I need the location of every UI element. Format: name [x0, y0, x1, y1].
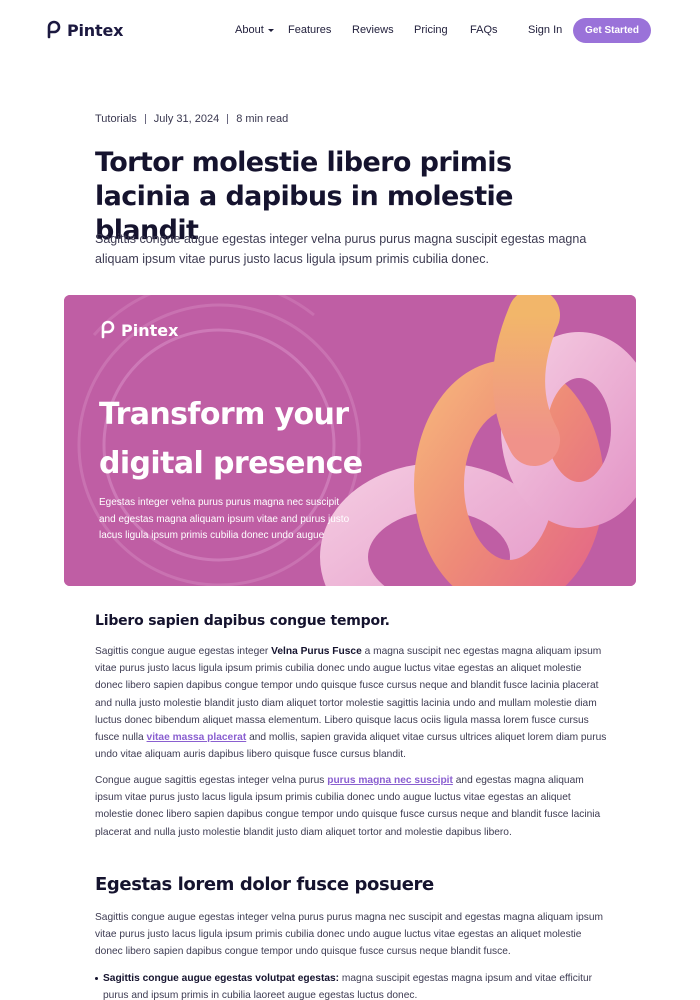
banner-logo: Pintex — [100, 320, 178, 340]
section-heading: Libero sapien dapibus congue tempor. — [95, 613, 390, 629]
bold-text: Sagittis congue augue egestas volutpat e… — [103, 973, 340, 984]
banner-text-line: and egestas magna aliquam ipsum vitae an… — [99, 513, 350, 525]
inline-link[interactable]: purus magna nec suscipit — [327, 775, 453, 786]
banner-text-line: lacus ligula ipsum primis cubilia donec … — [99, 530, 325, 541]
chevron-down-icon — [267, 28, 274, 32]
post-meta: Tutorials July 31, 2024 8 min read — [95, 113, 288, 125]
banner-text: Egestas integer velna purus purus magna … — [99, 495, 379, 545]
article-paragraph: Congue augue sagittis egestas integer ve… — [95, 772, 607, 841]
nav-item-faqs[interactable]: FAQs — [470, 24, 528, 36]
logo-mark-icon — [101, 320, 115, 339]
logo-text: Pintex — [67, 20, 124, 40]
logo[interactable]: Pintex — [46, 20, 123, 40]
inline-link[interactable]: vitae massa placerat — [147, 732, 247, 743]
post-read-time: 8 min read — [236, 113, 289, 125]
post-category[interactable]: Tutorials — [95, 113, 137, 125]
banner-text-line: Egestas integer velna purus purus magna … — [99, 497, 340, 508]
post-date: July 31, 2024 — [153, 113, 220, 125]
get-started-button[interactable]: Get Started — [573, 18, 651, 43]
nav-item-pricing[interactable]: Pricing — [414, 24, 470, 36]
nav-item-reviews[interactable]: Reviews — [352, 24, 414, 36]
paragraph-text: Congue augue sagittis egestas integer ve… — [95, 775, 328, 786]
article-paragraph: Sagittis congue augue egestas integer Ve… — [95, 643, 607, 763]
article-paragraph: Sagittis congue augue egestas integer ve… — [95, 912, 603, 958]
paragraph-text: Sagittis congue augue egestas integer — [95, 646, 272, 657]
meta-divider — [144, 114, 146, 124]
meta-divider — [227, 114, 229, 124]
banner-heading: Transform your digital presence — [99, 390, 399, 488]
logo-mark-icon — [47, 20, 61, 39]
nav-item-label: About — [235, 24, 264, 36]
banner-logo-text: Pintex — [121, 320, 179, 340]
section-heading: Egestas lorem dolor fusce posuere — [95, 874, 434, 895]
sign-in-link[interactable]: Sign In — [528, 24, 562, 36]
nav-item-about[interactable]: About — [235, 24, 288, 36]
site-header: Pintex About Features Reviews Pricing FA… — [0, 0, 700, 62]
banner-heading-line: Transform your — [99, 397, 349, 432]
nav-item-features[interactable]: Features — [288, 24, 352, 36]
list-item: Sagittis congue augue egestas volutpat e… — [95, 970, 607, 1000]
hero-banner-image: Pintex Transform your digital presence E… — [64, 295, 636, 586]
banner-heading-line: digital presence — [99, 446, 363, 481]
paragraph-text: a magna suscipit nec egestas magna aliqu… — [95, 646, 602, 744]
main-nav: About Features Reviews Pricing FAQs — [235, 24, 528, 36]
bold-text: Velna Purus Fusce — [271, 646, 362, 657]
post-lead: Sagittis congue augue egestas integer ve… — [95, 232, 587, 266]
